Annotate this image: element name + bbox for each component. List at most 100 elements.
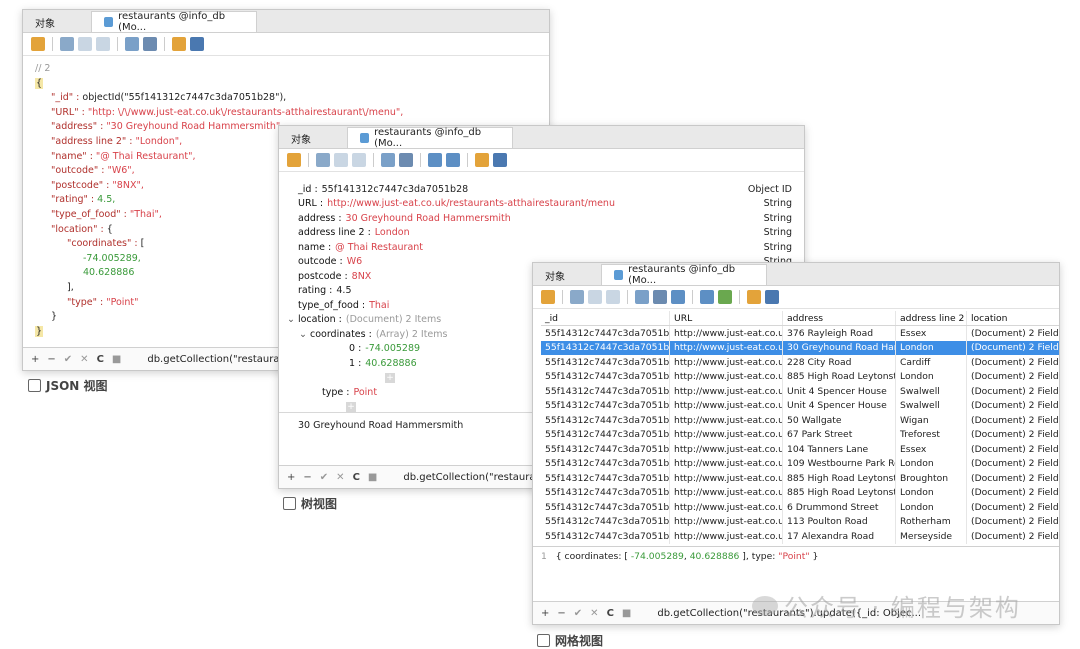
table-cell[interactable]: (Document) 2 Fields [966, 456, 1059, 471]
stop-icon[interactable]: ■ [368, 472, 377, 483]
view-mode-icon[interactable] [765, 290, 779, 304]
table-cell[interactable]: 113 Poulton Road [782, 514, 896, 529]
table-cell[interactable]: http://www.just-eat.co.uk/r [669, 500, 783, 515]
table-cell[interactable]: 376 Rayleigh Road [782, 325, 896, 341]
table-cell[interactable]: 55f14312c7447c3da7051b2e [541, 369, 670, 384]
table-cell[interactable]: (Document) 2 Fields [966, 398, 1059, 413]
apply-icon[interactable]: ✔ [574, 608, 582, 619]
tree-row[interactable]: name : @ Thai Restaurant String [279, 240, 804, 255]
table-cell[interactable]: 55f14312c7447c3da7051b2b [541, 514, 670, 529]
table-cell[interactable]: Wigan [895, 413, 967, 428]
table-cell[interactable]: http://www.just-eat.co.uk/r [669, 384, 783, 399]
table-cell[interactable]: 55f14312c7447c3da7051b28 [541, 340, 670, 355]
table-cell[interactable]: (Document) 2 Fields [966, 485, 1059, 500]
table-cell[interactable]: 50 Wallgate [782, 413, 896, 428]
chart-icon[interactable] [747, 290, 761, 304]
stop-icon[interactable]: ■ [112, 354, 121, 365]
table-row[interactable]: 55f14312c7447c3da7051b26 http://www.just-… [541, 355, 1059, 370]
grid-icon[interactable] [671, 290, 685, 304]
add-record-icon[interactable] [60, 37, 74, 51]
chevron-down-icon[interactable]: ⌄ [287, 314, 295, 325]
add-child-icon[interactable]: + [346, 401, 356, 412]
column-header-location[interactable]: location [966, 311, 1059, 326]
save-icon[interactable] [287, 153, 301, 167]
table-row[interactable]: 55f14312c7447c3da7051b28 http://www.just-… [541, 340, 1059, 355]
table-cell[interactable]: 885 High Road Leytonstone [782, 485, 896, 500]
pencil-icon[interactable] [125, 37, 139, 51]
chevron-down-icon[interactable]: ⌄ [299, 329, 307, 340]
table-cell[interactable]: Unit 4 Spencer House [782, 398, 896, 413]
table-cell[interactable]: Essex [895, 325, 967, 341]
add-child-icon[interactable]: + [385, 372, 395, 383]
column-header-address[interactable]: address [782, 311, 896, 326]
table-row[interactable]: 55f14312c7447c3da7051b2e http://www.just-… [541, 369, 1059, 384]
collapse-icon[interactable] [446, 153, 460, 167]
tab-objects[interactable]: 对象 [23, 12, 91, 32]
stop-icon[interactable]: ■ [622, 608, 631, 619]
save-icon[interactable] [541, 290, 555, 304]
tree-row[interactable]: address :30 Greyhound Road Hammersmith St… [279, 211, 804, 226]
table-cell[interactable]: (Document) 2 Fields [966, 529, 1059, 544]
view-mode-icon[interactable] [190, 37, 204, 51]
table-cell[interactable]: (Document) 2 Fields [966, 325, 1059, 341]
table-cell[interactable]: 55f14312c7447c3da7051b30 [541, 398, 670, 413]
table-cell[interactable]: 67 Park Street [782, 427, 896, 442]
chart-icon[interactable] [475, 153, 489, 167]
table-cell[interactable]: (Document) 2 Fields [966, 514, 1059, 529]
table-row[interactable]: 55f14312c7447c3da7051b35 http://www.just-… [541, 529, 1059, 544]
table-cell[interactable]: (Document) 2 Fields [966, 442, 1059, 457]
apply-icon[interactable]: ✔ [64, 354, 72, 365]
tree-row[interactable]: URL : http://www.just-eat.co.uk/restauran… [279, 197, 804, 212]
remove-icon[interactable]: − [47, 354, 55, 365]
table-cell[interactable]: Unit 4 Spencer House [782, 384, 896, 399]
table-row[interactable]: 55f14312c7447c3da7051b32 http://www.just-… [541, 413, 1059, 428]
table-cell[interactable]: (Document) 2 Fields [966, 369, 1059, 384]
table-cell[interactable]: 55f14312c7447c3da7051b35 [541, 529, 670, 544]
refresh-icon[interactable]: C [353, 472, 360, 483]
pencil-icon[interactable] [381, 153, 395, 167]
table-cell[interactable]: 17 Alexandra Road [782, 529, 896, 544]
table-cell[interactable]: 228 City Road [782, 355, 896, 370]
discard-icon[interactable]: ✕ [80, 354, 88, 365]
table-cell[interactable]: http://www.just-eat.co.uk/r [669, 442, 783, 457]
table-cell[interactable]: 55f14312c7447c3da7051b26 [541, 355, 670, 370]
split-icon[interactable] [700, 290, 714, 304]
table-row[interactable]: 55f14312c7447c3da7051b2a http://www.just-… [541, 471, 1059, 486]
preview-panel[interactable]: 1 { coordinates: [ -74.005289, 40.628886… [541, 551, 818, 562]
pencil-icon[interactable] [635, 290, 649, 304]
delete-record-icon[interactable] [606, 290, 620, 304]
table-cell[interactable]: Broughton [895, 471, 967, 486]
table-cell[interactable]: 109 Westbourne Park Road [782, 456, 896, 471]
column-header--id[interactable]: _id [541, 311, 670, 326]
table-cell[interactable]: (Document) 2 Fields [966, 340, 1059, 355]
table-cell[interactable]: http://www.just-eat.co.uk/r [669, 514, 783, 529]
table-cell[interactable]: Cardiff [895, 355, 967, 370]
remove-icon[interactable]: − [557, 608, 565, 619]
add-icon[interactable]: + [287, 472, 295, 483]
tab-objects[interactable]: 对象 [279, 128, 347, 148]
tab-restaurants[interactable]: restaurants @info_db (Mo... [347, 127, 513, 149]
table-cell[interactable]: 55f14312c7447c3da7051b33 [541, 442, 670, 457]
table-row[interactable]: 55f14312c7447c3da7051b31 http://www.just-… [541, 427, 1059, 442]
remove-icon[interactable]: − [303, 472, 311, 483]
expand-icon[interactable] [428, 153, 442, 167]
column-header-address-line-2[interactable]: address line 2 [895, 311, 967, 326]
table-cell[interactable]: http://www.just-eat.co.uk/r [669, 427, 783, 442]
delete-record-icon[interactable] [352, 153, 366, 167]
table-cell[interactable]: 30 Greyhound Road Hamm [782, 340, 896, 355]
apply-icon[interactable]: ✔ [320, 472, 328, 483]
filter-icon[interactable] [718, 290, 732, 304]
table-cell[interactable]: London [895, 369, 967, 384]
sort-icon[interactable] [143, 37, 157, 51]
data-grid[interactable]: _id URL address address line 2 location 55f1… [541, 311, 1059, 544]
table-cell[interactable]: 55f14312c7447c3da7051b2d [541, 500, 670, 515]
table-cell[interactable]: 55f14312c7447c3da7051b27 [541, 325, 670, 341]
table-row[interactable]: 55f14312c7447c3da7051b30 http://www.just-… [541, 398, 1059, 413]
table-cell[interactable]: (Document) 2 Fields [966, 471, 1059, 486]
table-row[interactable]: 55f14312c7447c3da7051b2f http://www.just-… [541, 384, 1059, 399]
table-cell[interactable]: Treforest [895, 427, 967, 442]
table-row[interactable]: 55f14312c7447c3da7051b33 http://www.just-… [541, 442, 1059, 457]
add-icon[interactable]: + [31, 354, 39, 365]
table-cell[interactable]: 885 High Road Leytonstone [782, 369, 896, 384]
discard-icon[interactable]: ✕ [336, 472, 344, 483]
